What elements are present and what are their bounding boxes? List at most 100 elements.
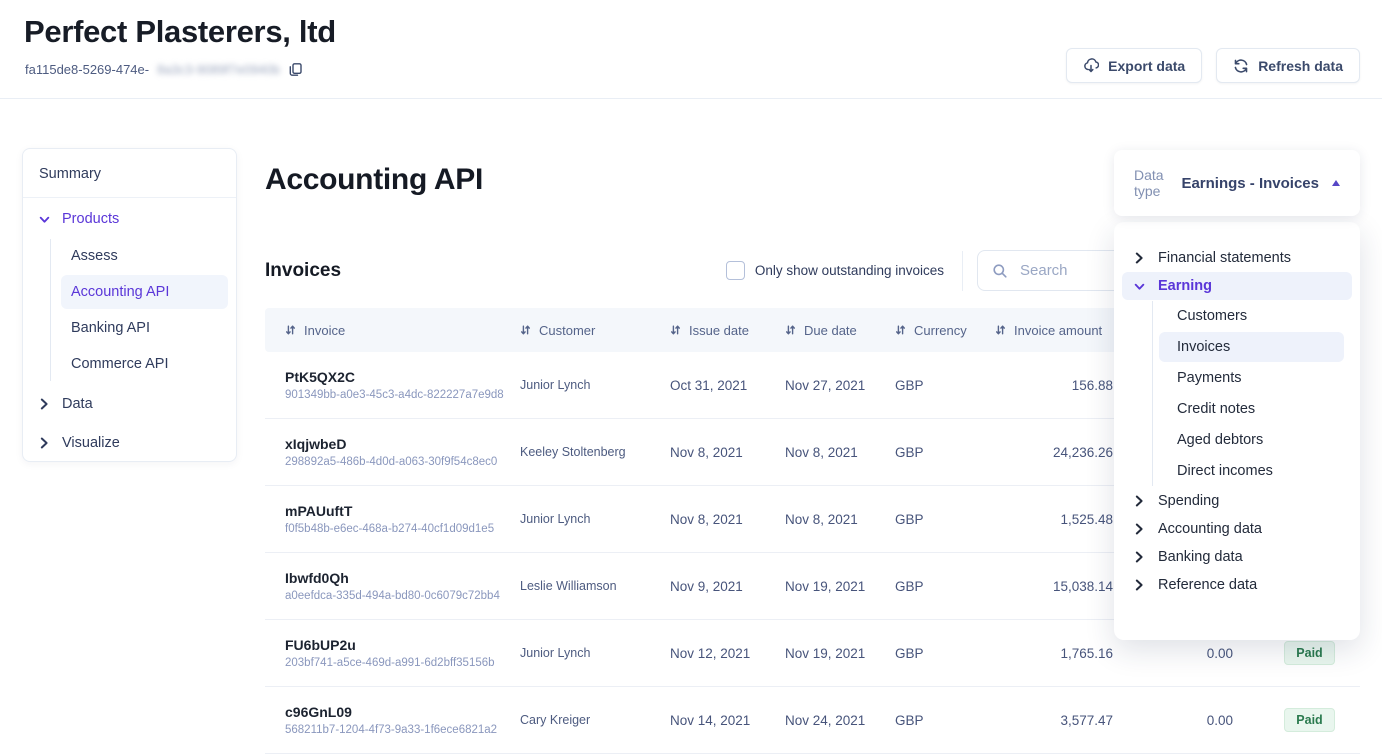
sidebar: Summary Products Assess Accounting API B… — [22, 148, 237, 462]
sidebar-item-label: Data — [62, 396, 93, 412]
menu-item-customers[interactable]: Customers — [1159, 301, 1344, 331]
caret-up-icon — [1332, 180, 1340, 186]
sort-icon — [785, 324, 796, 336]
company-id-redacted: 8a3c3-9089f7e0940b — [157, 62, 280, 77]
sidebar-item-summary[interactable]: Summary — [23, 149, 236, 197]
invoice-cell: xIqjwbeD 298892a5-486b-4d0d-a063-30f9f54… — [265, 436, 520, 468]
menu-item-label: Banking data — [1158, 549, 1243, 565]
sidebar-item-label: Products — [62, 211, 119, 227]
data-type-label: Data type — [1134, 167, 1170, 199]
sidebar-item-data[interactable]: Data — [23, 383, 236, 422]
due-date-cell: Nov 27, 2021 — [785, 378, 895, 393]
invoice-cell: Ibwfd0Qh a0eefdca-335d-494a-bd80-0c6079c… — [265, 570, 520, 602]
column-label: Invoice amount — [1014, 323, 1102, 338]
search-icon — [992, 263, 1008, 279]
invoice-amount-cell: 1,765.16 — [975, 646, 1125, 661]
invoice-ref: mPAUuftT — [285, 503, 520, 519]
issue-date-cell: Nov 12, 2021 — [670, 646, 785, 661]
company-title: Perfect Plasterers, ltd — [24, 14, 336, 50]
outstanding-invoices-label: Only show outstanding invoices — [755, 263, 944, 278]
table-row[interactable]: c96GnL09 568211b7-1204-4f73-9a33-1f6ece6… — [265, 687, 1360, 754]
outstanding-invoices-checkbox[interactable] — [726, 261, 745, 280]
menu-item-label: Financial statements — [1158, 250, 1291, 266]
menu-item-reference-data[interactable]: Reference data — [1122, 571, 1352, 599]
sidebar-item-visualize[interactable]: Visualize — [23, 422, 236, 461]
customer-cell: Cary Kreiger — [520, 713, 670, 727]
data-type-dropdown-trigger[interactable]: Data type Earnings - Invoices — [1114, 150, 1360, 216]
export-data-button[interactable]: Export data — [1066, 48, 1202, 83]
menu-item-aged-debtors[interactable]: Aged debtors — [1159, 425, 1344, 455]
invoice-cell: FU6bUP2u 203bf741-a5ce-469d-a991-6d2bff3… — [265, 637, 520, 669]
invoice-cell: PtK5QX2C 901349bb-a0e3-45c3-a4dc-822227a… — [265, 369, 520, 401]
status-cell: Paid — [1245, 641, 1360, 665]
column-label: Due date — [804, 323, 857, 338]
column-label: Currency — [914, 323, 967, 338]
refresh-data-button[interactable]: Refresh data — [1216, 48, 1360, 83]
due-date-cell: Nov 19, 2021 — [785, 579, 895, 594]
menu-item-label: Reference data — [1158, 577, 1257, 593]
export-data-label: Export data — [1108, 58, 1185, 74]
menu-item-financial-statements[interactable]: Financial statements — [1122, 244, 1352, 272]
menu-item-payments[interactable]: Payments — [1159, 363, 1344, 393]
invoice-amount-cell: 1,525.48 — [975, 512, 1125, 527]
menu-item-earning[interactable]: Earning — [1122, 272, 1352, 300]
invoice-uuid: 901349bb-a0e3-45c3-a4dc-822227a7e9d8 — [285, 389, 520, 401]
customer-cell: Junior Lynch — [520, 378, 670, 392]
column-header-invoice-amount[interactable]: Invoice amount — [975, 323, 1125, 338]
due-date-cell: Nov 24, 2021 — [785, 713, 895, 728]
invoice-uuid: a0eefdca-335d-494a-bd80-0c6079c72bb4 — [285, 590, 520, 602]
status-badge: Paid — [1284, 641, 1334, 665]
chevron-right-icon — [1134, 495, 1145, 507]
column-header-currency[interactable]: Currency — [895, 323, 975, 338]
chevron-right-icon — [39, 437, 50, 449]
chevron-right-icon — [1134, 579, 1145, 591]
header-actions: Export data Refresh data — [1066, 48, 1360, 83]
column-header-customer[interactable]: Customer — [520, 323, 670, 338]
chevron-right-icon — [39, 398, 50, 410]
export-icon — [1083, 58, 1099, 74]
chevron-right-icon — [1134, 523, 1145, 535]
menu-item-label: Spending — [1158, 493, 1219, 509]
menu-item-credit-notes[interactable]: Credit notes — [1159, 394, 1344, 424]
invoice-amount-cell: 3,577.47 — [975, 713, 1125, 728]
customer-cell: Junior Lynch — [520, 646, 670, 660]
menu-item-invoices[interactable]: Invoices — [1159, 332, 1344, 362]
earning-submenu: Customers Invoices Payments Credit notes… — [1152, 301, 1352, 486]
sort-icon — [285, 324, 296, 336]
sidebar-item-commerce-api[interactable]: Commerce API — [61, 347, 228, 381]
data-type-dropdown-menu: Financial statements Earning Customers I… — [1114, 222, 1360, 640]
sidebar-item-accounting-api[interactable]: Accounting API — [61, 275, 228, 309]
invoice-cell: c96GnL09 568211b7-1204-4f73-9a33-1f6ece6… — [265, 704, 520, 736]
currency-cell: GBP — [895, 378, 975, 393]
sidebar-products-group: Assess Accounting API Banking API Commer… — [50, 239, 228, 381]
sidebar-item-products[interactable]: Products — [23, 198, 236, 237]
invoice-amount-cell: 15,038.14 — [975, 579, 1125, 594]
currency-cell: GBP — [895, 579, 975, 594]
company-id-visible: fa115de8-5269-474e- — [25, 62, 149, 77]
copy-icon[interactable] — [288, 62, 303, 77]
menu-item-accounting-data[interactable]: Accounting data — [1122, 515, 1352, 543]
section-title: Invoices — [265, 260, 341, 282]
invoice-ref: xIqjwbeD — [285, 436, 520, 452]
invoice-cell: mPAUuftT f0f5b48b-e6ec-468a-b274-40cf1d0… — [265, 503, 520, 535]
customer-cell: Junior Lynch — [520, 512, 670, 526]
due-date-cell: Nov 19, 2021 — [785, 646, 895, 661]
sidebar-item-banking-api[interactable]: Banking API — [61, 311, 228, 345]
customer-cell: Keeley Stoltenberg — [520, 445, 670, 459]
invoice-amount-cell: 24,236.26 — [975, 445, 1125, 460]
sidebar-item-assess[interactable]: Assess — [61, 239, 228, 273]
menu-item-label: Accounting data — [1158, 521, 1262, 537]
issue-date-cell: Nov 9, 2021 — [670, 579, 785, 594]
sort-icon — [670, 324, 681, 336]
menu-item-banking-data[interactable]: Banking data — [1122, 543, 1352, 571]
menu-item-spending[interactable]: Spending — [1122, 487, 1352, 515]
toolbar-divider — [962, 251, 963, 291]
column-header-due-date[interactable]: Due date — [785, 323, 895, 338]
status-cell: Paid — [1245, 708, 1360, 732]
column-header-invoice[interactable]: Invoice — [265, 323, 520, 338]
chevron-right-icon — [1134, 551, 1145, 563]
issue-date-cell: Nov 8, 2021 — [670, 445, 785, 460]
column-header-issue-date[interactable]: Issue date — [670, 323, 785, 338]
column-label: Invoice — [304, 323, 345, 338]
menu-item-direct-incomes[interactable]: Direct incomes — [1159, 456, 1344, 486]
